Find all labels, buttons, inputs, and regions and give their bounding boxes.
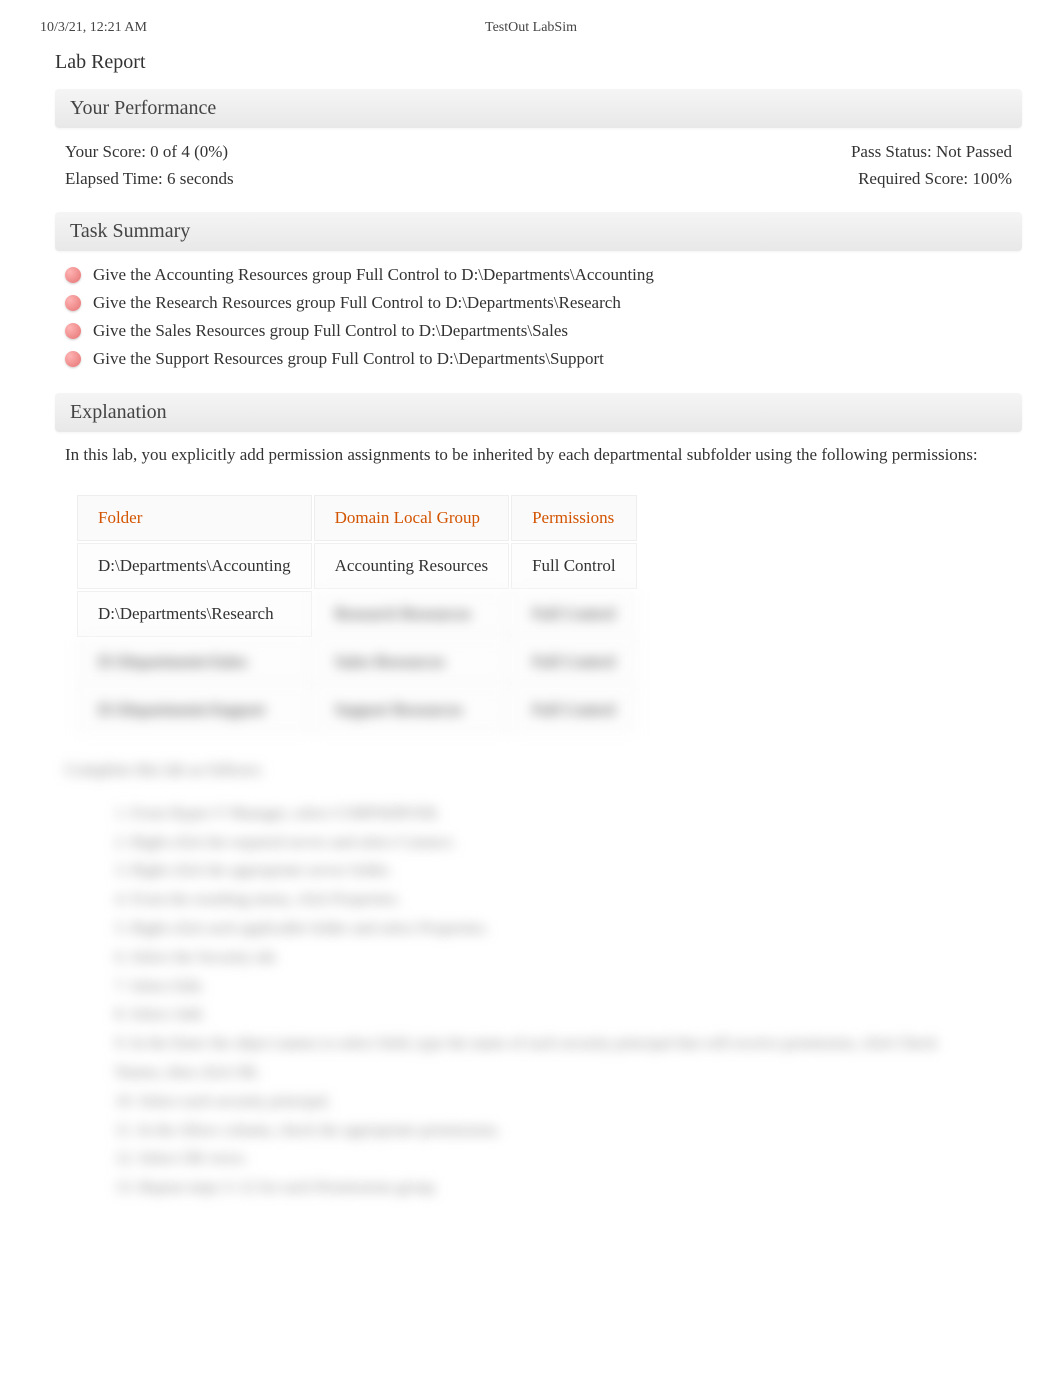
performance-heading: Your Performance xyxy=(55,89,1022,128)
required-score-text: Required Score: 100% xyxy=(851,165,1012,192)
explanation-intro: In this lab, you explicitly add permissi… xyxy=(55,442,1022,483)
score-text: Your Score: 0 of 4 (0%) xyxy=(65,138,234,165)
cell-folder: D:\Departments\Sales xyxy=(77,639,312,685)
table-row: D:\Departments\Accounting Accounting Res… xyxy=(77,543,637,589)
permissions-table: Folder Domain Local Group Permissions D:… xyxy=(75,493,639,735)
col-folder: Folder xyxy=(77,495,312,541)
cell-perm: Full Control xyxy=(511,591,637,637)
task-item: Give the Support Resources group Full Co… xyxy=(65,345,1012,373)
task-summary-section: Task Summary Give the Accounting Resourc… xyxy=(55,212,1022,373)
task-text: Give the Sales Resources group Full Cont… xyxy=(93,321,568,341)
cell-group: Support Resources xyxy=(314,687,509,733)
blurred-paragraph: Complete this lab as follows: xyxy=(55,750,1022,790)
elapsed-text: Elapsed Time: 6 seconds xyxy=(65,165,234,192)
cell-group: Sales Resources xyxy=(314,639,509,685)
fail-icon xyxy=(65,351,81,367)
header-title: TestOut LabSim xyxy=(485,20,577,36)
table-row: D:\Departments\Sales Sales Resources Ful… xyxy=(77,639,637,685)
cell-group: Research Resources xyxy=(314,591,509,637)
blurred-steps: 1. From Hyper-V Manager, select CORPSERV… xyxy=(55,790,1022,1213)
pass-status-text: Pass Status: Not Passed xyxy=(851,138,1012,165)
cell-group: Accounting Resources xyxy=(314,543,509,589)
task-item: Give the Research Resources group Full C… xyxy=(65,289,1012,317)
col-permissions: Permissions xyxy=(511,495,637,541)
table-row: D:\Departments\Research Research Resourc… xyxy=(77,591,637,637)
timestamp: 10/3/21, 12:21 AM xyxy=(40,20,147,36)
task-item: Give the Accounting Resources group Full… xyxy=(65,261,1012,289)
cell-folder: D:\Departments\Research xyxy=(77,591,312,637)
page-header: 10/3/21, 12:21 AM TestOut LabSim xyxy=(40,20,1022,36)
explanation-heading: Explanation xyxy=(55,393,1022,432)
col-group: Domain Local Group xyxy=(314,495,509,541)
cell-perm: Full Control xyxy=(511,543,637,589)
cell-perm: Full Control xyxy=(511,639,637,685)
task-text: Give the Research Resources group Full C… xyxy=(93,293,621,313)
table-row: D:\Departments\Support Support Resources… xyxy=(77,687,637,733)
task-summary-heading: Task Summary xyxy=(55,212,1022,251)
task-text: Give the Accounting Resources group Full… xyxy=(93,265,654,285)
cell-folder: D:\Departments\Support xyxy=(77,687,312,733)
report-title: Lab Report xyxy=(55,51,1022,74)
cell-perm: Full Control xyxy=(511,687,637,733)
task-item: Give the Sales Resources group Full Cont… xyxy=(65,317,1012,345)
fail-icon xyxy=(65,295,81,311)
task-text: Give the Support Resources group Full Co… xyxy=(93,349,604,369)
task-list: Give the Accounting Resources group Full… xyxy=(55,261,1022,373)
fail-icon xyxy=(65,267,81,283)
explanation-section: Explanation In this lab, you explicitly … xyxy=(55,393,1022,1213)
performance-section: Your Performance Your Score: 0 of 4 (0%)… xyxy=(55,89,1022,192)
fail-icon xyxy=(65,323,81,339)
cell-folder: D:\Departments\Accounting xyxy=(77,543,312,589)
